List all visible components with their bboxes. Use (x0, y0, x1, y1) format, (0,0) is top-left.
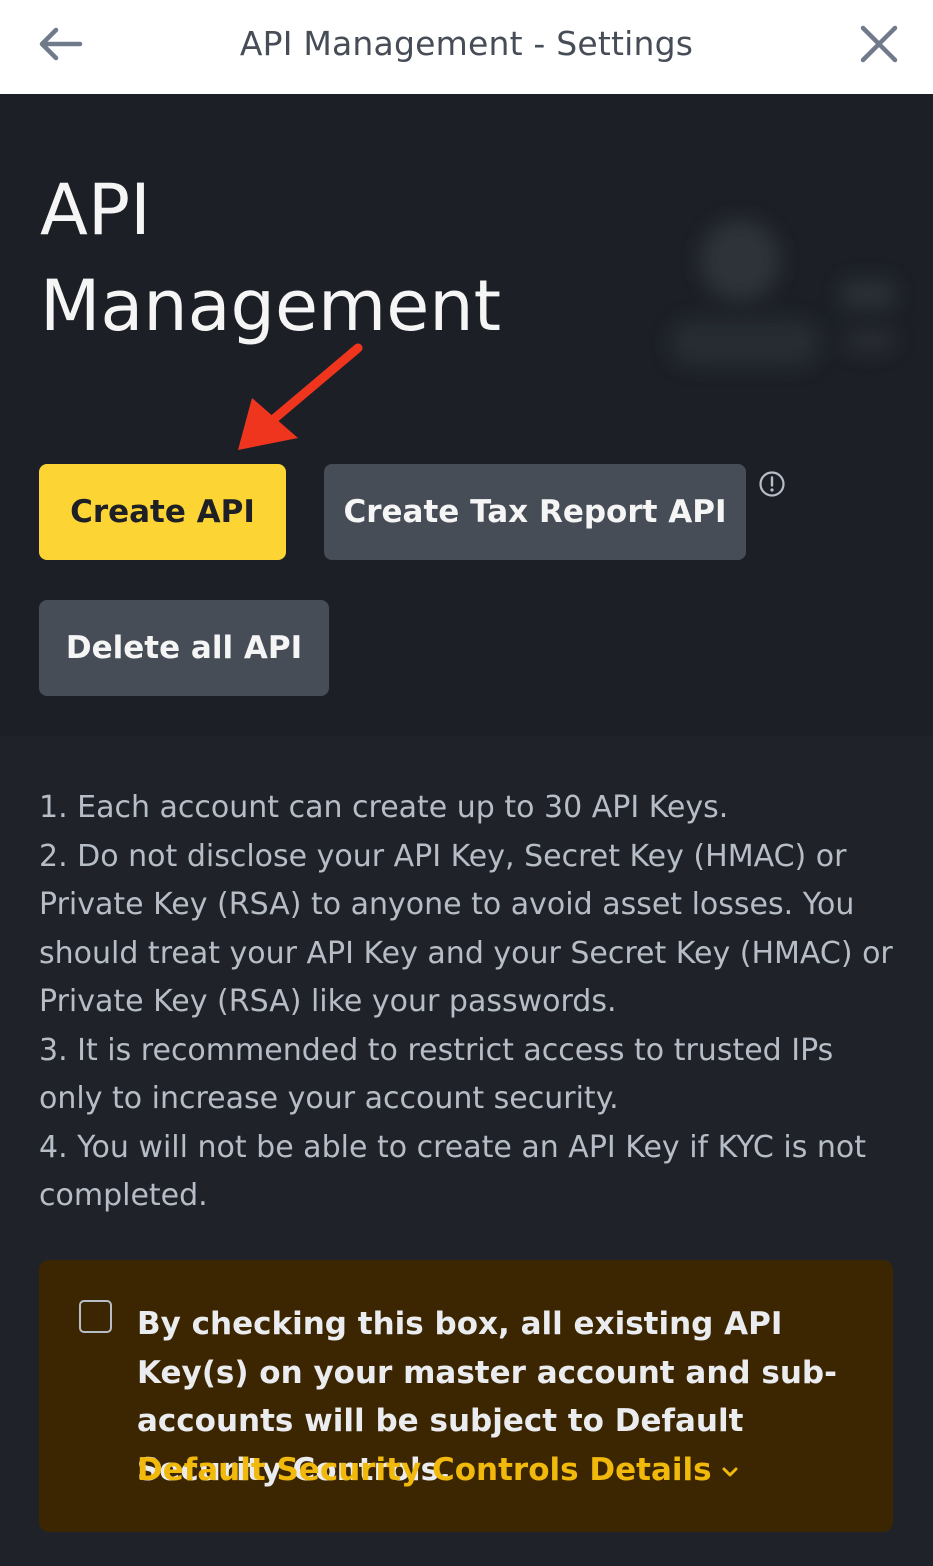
info-circle-icon[interactable] (758, 470, 786, 498)
hero-title-line1: API (40, 169, 151, 251)
note-item: 1. Each account can create up to 30 API … (39, 790, 729, 825)
page-title: API Management - Settings (239, 24, 694, 63)
create-tax-report-api-button[interactable]: Create Tax Report API (324, 464, 746, 560)
note-item: 3. It is recommended to restrict access … (39, 1032, 834, 1117)
blurred-illustration (640, 190, 920, 410)
security-controls-details-label: Default Security Controls Details (137, 1452, 712, 1488)
api-notes: 1. Each account can create up to 30 API … (39, 784, 899, 1221)
chevron-down-icon (722, 1467, 738, 1476)
create-api-button[interactable]: Create API (39, 464, 286, 560)
default-security-checkbox[interactable] (79, 1300, 112, 1333)
annotation-arrow-icon (238, 343, 363, 450)
close-icon[interactable] (857, 22, 901, 66)
security-controls-details-link[interactable]: Default Security Controls Details (137, 1446, 740, 1494)
hero-title: API Management (40, 162, 640, 354)
note-item: 2. Do not disclose your API Key, Secret … (39, 838, 893, 1020)
security-notice-box: By checking this box, all existing API K… (39, 1260, 893, 1532)
note-item: 4. You will not be able to create an API… (39, 1129, 867, 1214)
top-bar: API Management - Settings (0, 0, 933, 94)
delete-all-api-button[interactable]: Delete all API (39, 600, 329, 696)
